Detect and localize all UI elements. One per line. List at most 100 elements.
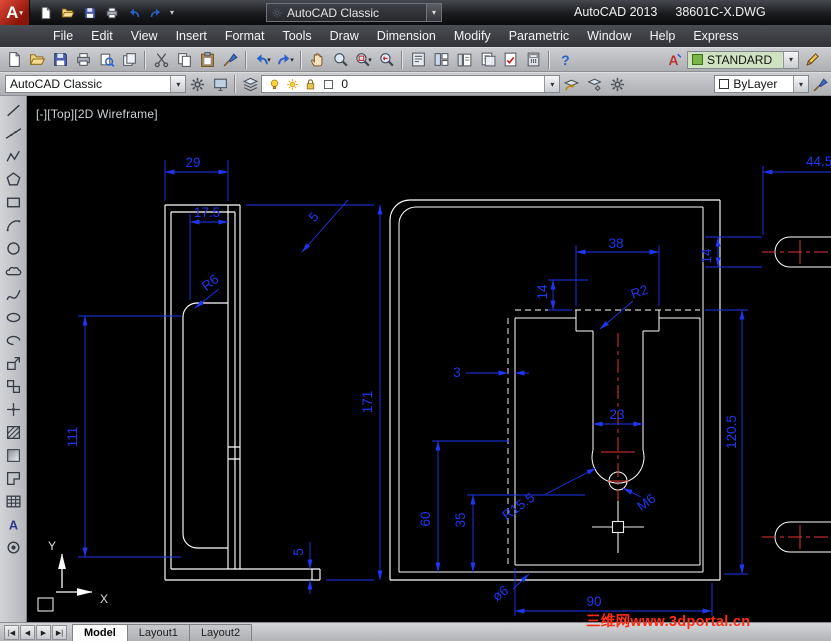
- gear-button[interactable]: [186, 74, 208, 95]
- ellipse-button[interactable]: [2, 306, 25, 328]
- text-style-combo[interactable]: STANDARD ▾: [687, 50, 799, 69]
- menu-edit[interactable]: Edit: [82, 27, 122, 45]
- zoomwin-button[interactable]: ▾: [352, 49, 374, 70]
- xline-button[interactable]: [2, 122, 25, 144]
- pan-button[interactable]: [306, 49, 328, 70]
- sheetset-button[interactable]: [476, 49, 498, 70]
- plot-button[interactable]: [72, 49, 94, 70]
- tab-layout2[interactable]: Layout2: [188, 624, 253, 641]
- dcenter-icon: [433, 51, 450, 68]
- menu-help[interactable]: Help: [641, 27, 685, 45]
- paste-button[interactable]: [196, 49, 218, 70]
- menu-express[interactable]: Express: [684, 27, 747, 45]
- help-button[interactable]: [554, 49, 576, 70]
- cut-button[interactable]: [150, 49, 172, 70]
- calc-icon: [525, 51, 542, 68]
- match-button[interactable]: [219, 49, 241, 70]
- astyle-button[interactable]: [663, 49, 685, 70]
- application-menu-button[interactable]: A ▾: [0, 0, 30, 25]
- lock-button[interactable]: [302, 76, 319, 93]
- redo-button[interactable]: [145, 3, 166, 23]
- insert-button[interactable]: [2, 352, 25, 374]
- pencil-button[interactable]: [801, 49, 823, 70]
- point-button[interactable]: [2, 398, 25, 420]
- preview-button[interactable]: [95, 49, 117, 70]
- arc-button[interactable]: [2, 214, 25, 236]
- drawing-viewport[interactable]: 2917.5 5111R617138R21414323120.544.560 35 R…: [27, 96, 831, 622]
- undo-button[interactable]: [123, 3, 144, 23]
- new-button[interactable]: [3, 49, 25, 70]
- table-button[interactable]: [2, 490, 25, 512]
- open-button[interactable]: [57, 3, 78, 23]
- calc-button[interactable]: [522, 49, 544, 70]
- props-button[interactable]: [407, 49, 429, 70]
- publish-button[interactable]: [118, 49, 140, 70]
- mtext-button[interactable]: [2, 513, 25, 535]
- menu-insert[interactable]: Insert: [167, 27, 216, 45]
- menu-window[interactable]: Window: [578, 27, 640, 45]
- copy-button[interactable]: [173, 49, 195, 70]
- zoom-button[interactable]: [329, 49, 351, 70]
- menu-modify[interactable]: Modify: [445, 27, 500, 45]
- viewport-controls[interactable]: [-][Top][2D Wireframe]: [36, 107, 158, 121]
- pline-button[interactable]: [2, 145, 25, 167]
- revcloud-button[interactable]: [2, 260, 25, 282]
- tab-layout1[interactable]: Layout1: [126, 624, 190, 641]
- circle-button[interactable]: [2, 237, 25, 259]
- front-view-geometry: [389, 199, 721, 581]
- sun-button[interactable]: [284, 76, 301, 93]
- menu-draw[interactable]: Draw: [321, 27, 368, 45]
- block-button[interactable]: [2, 375, 25, 397]
- hatch-button[interactable]: [2, 421, 25, 443]
- monitor-button[interactable]: [209, 74, 231, 95]
- polygon-button[interactable]: [2, 168, 25, 190]
- color-combo[interactable]: ByLayer ▾: [714, 75, 810, 93]
- tab-nav-previous[interactable]: ◀: [20, 625, 35, 640]
- markup-button[interactable]: [499, 49, 521, 70]
- model-space-canvas[interactable]: 29 17.5 5 111 R6 171 38 R2 14 14 3 23 120.5 44.5 60 35 R…: [27, 96, 831, 622]
- insert-icon: [5, 355, 22, 372]
- spline-button[interactable]: [2, 283, 25, 305]
- zoomprev-button[interactable]: [375, 49, 397, 70]
- undo-button[interactable]: ▾: [251, 49, 273, 70]
- line-button[interactable]: [2, 99, 25, 121]
- rectangle-button[interactable]: [2, 191, 25, 213]
- lstate-button[interactable]: [583, 74, 605, 95]
- dim-label: ø6: [490, 583, 512, 604]
- gradient-button[interactable]: [2, 444, 25, 466]
- new-button[interactable]: [35, 3, 56, 23]
- plot-button[interactable]: [101, 3, 122, 23]
- menu-dimension[interactable]: Dimension: [368, 27, 445, 45]
- tab-nav-first[interactable]: |◀: [4, 625, 19, 640]
- open-button[interactable]: [26, 49, 48, 70]
- redo-button[interactable]: ▾: [274, 49, 296, 70]
- workspace-combo-titlebar[interactable]: AutoCAD Classic ▾: [266, 3, 442, 22]
- bulb-button[interactable]: [266, 76, 283, 93]
- layer-tools-icons: [560, 74, 628, 95]
- bulb-icon: [268, 78, 281, 91]
- menu-file[interactable]: File: [44, 27, 82, 45]
- dcenter-button[interactable]: [430, 49, 452, 70]
- region-button[interactable]: [2, 467, 25, 489]
- menu-tools[interactable]: Tools: [273, 27, 320, 45]
- menu-format[interactable]: Format: [216, 27, 274, 45]
- save-button[interactable]: [49, 49, 71, 70]
- palettes-button[interactable]: [453, 49, 475, 70]
- tab-model[interactable]: Model: [72, 624, 128, 641]
- swatch-button[interactable]: [320, 76, 337, 93]
- qat-overflow-button[interactable]: ▾: [166, 8, 178, 17]
- donut-button[interactable]: [2, 536, 25, 558]
- menu-view[interactable]: View: [122, 27, 167, 45]
- circle-icon: [5, 240, 22, 257]
- layers-button[interactable]: [239, 74, 261, 95]
- menu-parametric[interactable]: Parametric: [500, 27, 578, 45]
- layer-combo[interactable]: 0 ▾: [261, 75, 561, 93]
- tab-nav-next[interactable]: ▶: [36, 625, 51, 640]
- save-button[interactable]: [79, 3, 100, 23]
- match-button[interactable]: [809, 74, 831, 95]
- tab-nav-last[interactable]: ▶|: [52, 625, 67, 640]
- workspace-combo[interactable]: AutoCAD Classic ▾: [5, 75, 187, 93]
- gear-button[interactable]: [606, 74, 628, 95]
- lprev-button[interactable]: [560, 74, 582, 95]
- earc-button[interactable]: [2, 329, 25, 351]
